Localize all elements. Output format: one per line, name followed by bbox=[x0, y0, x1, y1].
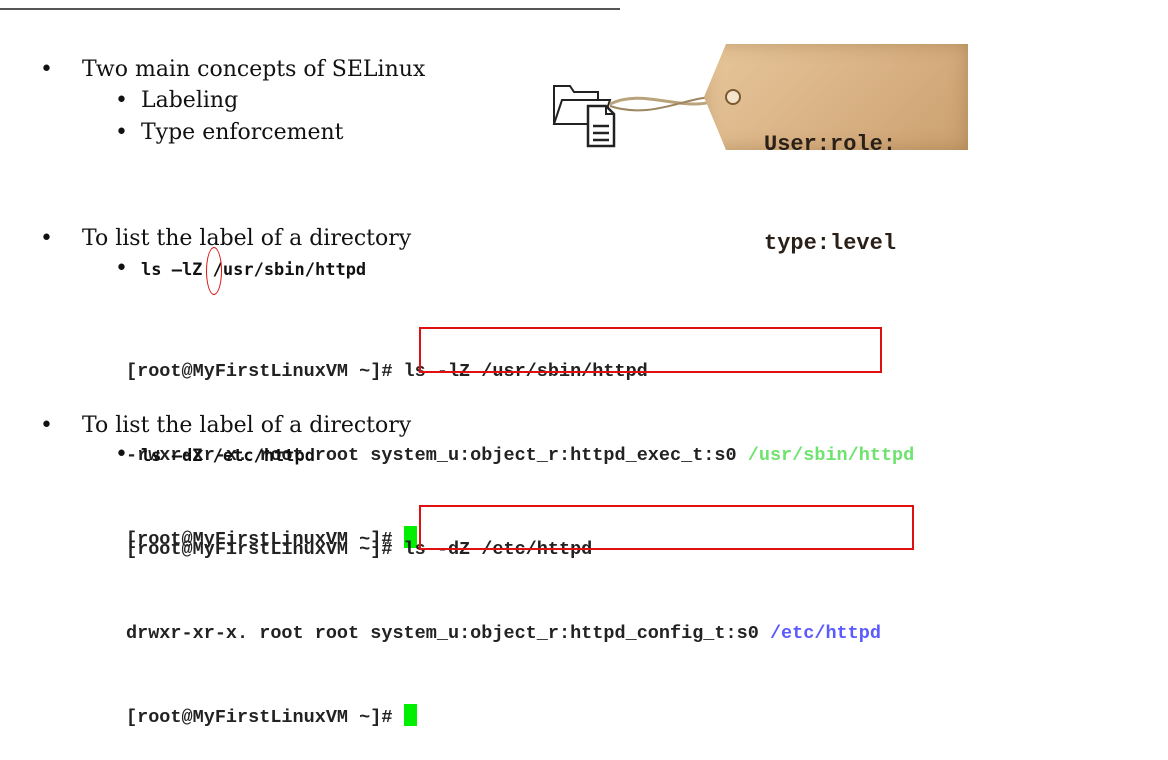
terminal-line: drwxr-xr-x. root root system_u:object_r:… bbox=[126, 620, 881, 648]
command-text: ls –lZ /usr/sbin/httpd bbox=[141, 260, 367, 280]
top-divider bbox=[0, 8, 620, 10]
perm-owner: drwxr-xr-x. root root bbox=[126, 623, 371, 644]
bullet-list-label-2: • To list the label of a directory bbox=[40, 413, 412, 439]
terminal-line: [root@MyFirstLinuxVM ~]# bbox=[126, 704, 881, 732]
folder-document-icon bbox=[552, 85, 727, 148]
command-text: ls –dZ /etc/httpd bbox=[141, 446, 315, 466]
label-highlight-box bbox=[419, 327, 882, 373]
tag-hole-icon bbox=[725, 89, 741, 105]
tag-text: User:role: type:level bbox=[764, 62, 964, 293]
sub-bullet-type-enforcement: • Type enforcement bbox=[115, 120, 344, 146]
selinux-label: system_u:object_r:httpd_exec_t:s0 bbox=[370, 445, 737, 466]
bullet-text: Two main concepts of SELinux bbox=[82, 57, 426, 82]
command-ls-dz: • ls –dZ /etc/httpd bbox=[115, 442, 315, 469]
tag-line-2: type:level bbox=[764, 231, 897, 256]
file-path: /etc/httpd bbox=[769, 623, 881, 644]
command-ls-lz: • ls –lZ /usr/sbin/httpd bbox=[115, 256, 367, 283]
sub-text: Type enforcement bbox=[141, 120, 344, 145]
sub-dot: • bbox=[115, 120, 128, 145]
tag-line-1: User:role: bbox=[764, 132, 897, 157]
bullet-dot: • bbox=[40, 226, 53, 251]
file-path: /usr/sbin/httpd bbox=[747, 445, 915, 466]
prompt: [root@MyFirstLinuxVM ~]# bbox=[126, 707, 404, 728]
annotation-ellipse bbox=[206, 247, 222, 295]
bullet-list-label-1: • To list the label of a directory bbox=[40, 226, 412, 252]
bullet-text: To list the label of a directory bbox=[82, 413, 412, 438]
selinux-label: system_u:object_r:httpd_config_t:s0 bbox=[370, 623, 759, 644]
sub-dot: • bbox=[115, 442, 128, 467]
sub-dot: • bbox=[115, 88, 128, 113]
bullet-text: To list the label of a directory bbox=[82, 226, 412, 251]
label-highlight-box bbox=[419, 505, 914, 550]
sub-text: Labeling bbox=[141, 88, 239, 113]
bullet-dot: • bbox=[40, 413, 53, 438]
terminal-cursor bbox=[403, 704, 417, 726]
sub-dot: • bbox=[115, 256, 128, 281]
bullet-selinux-concepts: • Two main concepts of SELinux bbox=[40, 57, 426, 83]
bullet-dot: • bbox=[40, 57, 53, 82]
sub-bullet-labeling: • Labeling bbox=[115, 88, 239, 114]
